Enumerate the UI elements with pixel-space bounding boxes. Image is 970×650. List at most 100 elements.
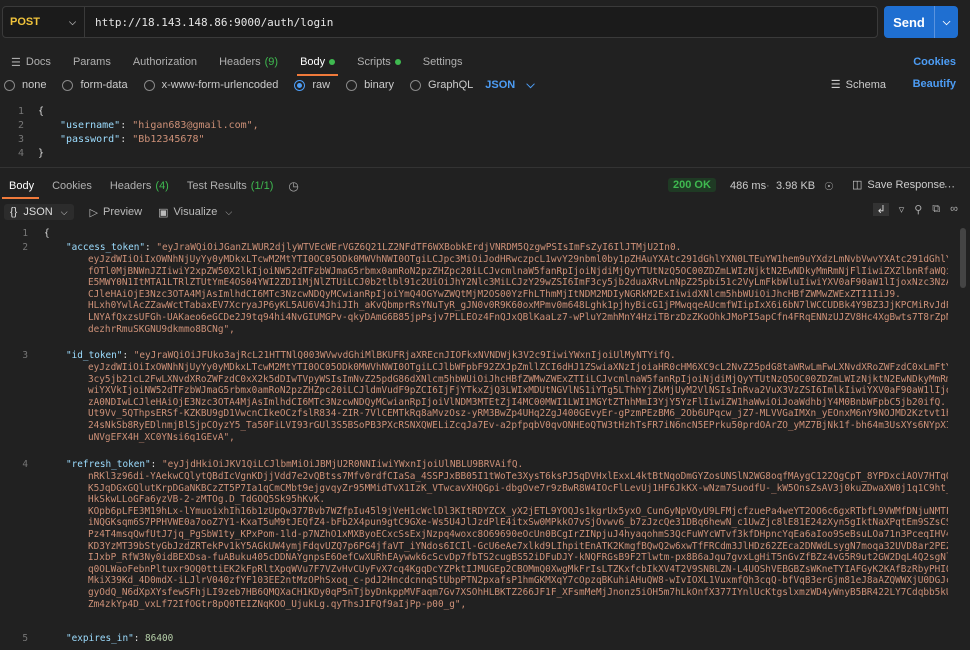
tab-response-headers-label: Headers	[109, 180, 152, 192]
preview-button[interactable]: ▷ Preview	[90, 206, 143, 219]
radio-form-data[interactable]: form-data	[62, 79, 128, 91]
body-format-label: JSON	[485, 78, 516, 91]
response-body-viewer[interactable]: 1 { 2 "access_token": "eyJraWQiOiJGanZLW…	[0, 228, 970, 650]
radio-graphql[interactable]: GraphQL	[410, 79, 473, 91]
test-results-count: (1/1)	[250, 180, 274, 192]
line-number: 2	[22, 242, 28, 253]
chevron-down-icon: ⌵	[69, 16, 76, 27]
code-line: "id_token": "eyJraWQiOiJFUko3ajRcL21HTTN…	[66, 350, 676, 361]
active-dot-icon	[329, 59, 336, 65]
code-line: "password": "Bb12345678"	[60, 134, 205, 145]
save-icon: ◫	[852, 179, 863, 191]
tab-test-results[interactable]: Test Results (1/1)	[178, 176, 283, 196]
radio-binary-label: binary	[364, 79, 395, 91]
code-brace: }	[38, 148, 45, 159]
radio-graphql-label: GraphQL	[428, 79, 474, 91]
token-line: Zm4zkYp4D_vxLf72IfOGtr8pQ0TEIZNqKOO_Ujuk…	[88, 598, 467, 610]
tab-headers-label: Headers	[219, 56, 261, 68]
scrollbar[interactable]	[960, 228, 966, 288]
tab-settings-label: Settings	[422, 56, 463, 68]
json-string: "eyJraWQiOiJFUko3ajRcL21HTTNlQ003WVwvdGh…	[133, 350, 676, 361]
method-selector[interactable]: POST ⌵	[3, 7, 85, 37]
status-badge[interactable]: 200 OK	[668, 178, 716, 192]
wrap-lines-icon[interactable]: ↲	[873, 203, 889, 216]
token-line: CJleHAiOjE3Nzc3OTA4MjAsImlhdCI6MTc3NzcwN…	[88, 288, 901, 300]
radio-circle	[62, 79, 74, 91]
line-number: 1	[22, 228, 28, 239]
tab-params[interactable]: Params	[62, 50, 122, 74]
response-size[interactable]: 3.98 KB	[776, 180, 815, 192]
tab-response-body-label: Body	[9, 180, 35, 192]
tab-response-headers[interactable]: Headers (4)	[101, 176, 178, 196]
radio-none[interactable]: none	[4, 79, 46, 91]
line-number: 3	[17, 134, 24, 145]
radio-raw[interactable]: raw	[294, 79, 330, 91]
link-icon[interactable]: ∞	[950, 203, 958, 216]
pane-divider[interactable]	[0, 167, 970, 168]
copy-icon[interactable]: ⧉	[932, 203, 940, 216]
schema-icon: ☰	[830, 79, 841, 91]
filter-icon[interactable]: ▿	[899, 203, 905, 216]
tab-scripts-label: Scripts	[357, 56, 391, 68]
token-line: IJxbP_RfW3Ny0idBEXDsa-fuABuku405cDDNAYgn…	[88, 552, 948, 564]
radio-urlencoded[interactable]: x-www-form-urlencoded	[143, 79, 279, 91]
image-icon: ▣	[158, 206, 169, 219]
docs-icon: ☰	[11, 56, 21, 69]
token-line: KD3YzMT39bStyGbJzdZRTekPv1kY5AGkUW4ymjFd…	[88, 540, 948, 552]
radio-urlencoded-label: x-www-form-urlencoded	[161, 79, 279, 91]
line-number: 1	[17, 106, 24, 117]
response-format-select[interactable]: {} JSON ⌵	[4, 204, 74, 220]
cookies-link[interactable]: Cookies	[913, 56, 956, 68]
tab-body[interactable]: Body	[289, 50, 346, 76]
save-response-label: Save Response	[867, 179, 946, 191]
request-body-editor[interactable]: 1 2 3 4 { "username": "higan683@gmail.co…	[0, 104, 970, 162]
chevron-down-icon: ⌵	[60, 206, 68, 217]
globe-icon[interactable]: ☉	[824, 180, 834, 193]
more-options-icon[interactable]: ⋯	[944, 180, 955, 193]
radio-binary[interactable]: binary	[346, 79, 394, 91]
json-key: "expires_in"	[66, 633, 134, 644]
json-string: "Bb12345678"	[132, 134, 205, 145]
history-icon[interactable]: ◷	[288, 179, 298, 193]
radio-form-data-label: form-data	[80, 79, 128, 91]
tab-settings[interactable]: Settings	[412, 50, 474, 74]
request-tabs: ☰ Docs Params Authorization Headers (9) …	[0, 50, 970, 76]
json-key: "access_token"	[66, 242, 146, 253]
radio-circle-selected	[294, 79, 306, 91]
token-line: eyJzdWIiOiIxOWNhNjUyYy0yMDkxLTcwM2MtYTI0…	[88, 254, 948, 265]
tab-headers[interactable]: Headers (9)	[208, 50, 289, 74]
save-response-button[interactable]: ◫ Save Response	[852, 178, 945, 191]
schema-label: Schema	[845, 79, 886, 91]
tab-response-cookies[interactable]: Cookies	[43, 176, 101, 196]
tab-scripts[interactable]: Scripts	[346, 50, 412, 74]
tab-authorization[interactable]: Authorization	[122, 50, 208, 74]
visualize-button[interactable]: ▣ Visualize ⌵	[158, 206, 232, 219]
method-label: POST	[10, 16, 40, 28]
tab-response-cookies-label: Cookies	[52, 180, 92, 192]
url-input[interactable]: http://18.143.148.86:9000/auth/login	[85, 16, 333, 29]
response-time[interactable]: 486 ms	[730, 180, 766, 192]
line-number: 4	[17, 148, 24, 159]
code-line: "username": "higan683@gmail.com",	[60, 120, 259, 131]
body-format-select[interactable]: JSON ⌵	[485, 79, 534, 92]
send-button[interactable]: Send ⌵	[884, 6, 958, 38]
response-toolbar: {} JSON ⌵ ▷ Preview ▣ Visualize ⌵	[0, 202, 970, 222]
response-format-label: JSON	[23, 206, 53, 218]
meta-separator: ·	[766, 180, 770, 192]
search-icon[interactable]: ⚲	[914, 203, 922, 216]
chevron-down-icon: ⌵	[225, 206, 233, 217]
radio-circle	[4, 79, 15, 91]
chevron-down-icon[interactable]: ⌵	[934, 6, 958, 38]
radio-circle	[410, 79, 422, 91]
token-line: HLxh0YwlAcZZawWctTabaxEV7XcryaJP6yKL5AU6…	[88, 300, 948, 312]
beautify-button[interactable]: Beautify	[913, 78, 956, 90]
token-line: q0OLWaoFebnPltuxr9OQ0ttiEK2kFpRltXpqWVu7…	[88, 563, 948, 575]
tab-docs[interactable]: ☰ Docs	[0, 50, 62, 74]
visualize-label: Visualize	[173, 206, 218, 218]
token-line: LNYAfQxzsUFGh-UAKaeo6eGCDe2J9tq94hi4NvGI…	[88, 312, 948, 323]
token-line: Pz4T4msqQwfUtJ7jq_PgSbW1ty_KPxPom-1ld-p7…	[88, 529, 948, 540]
tab-response-body[interactable]: Body	[0, 176, 43, 199]
schema-button[interactable]: ☰ Schema	[831, 78, 886, 91]
token-line: 3cy5jb21cL2FwLXNvdXRoZWFzdC0xX2k5dDIwTVp…	[88, 373, 948, 385]
line-number: 2	[17, 120, 24, 131]
